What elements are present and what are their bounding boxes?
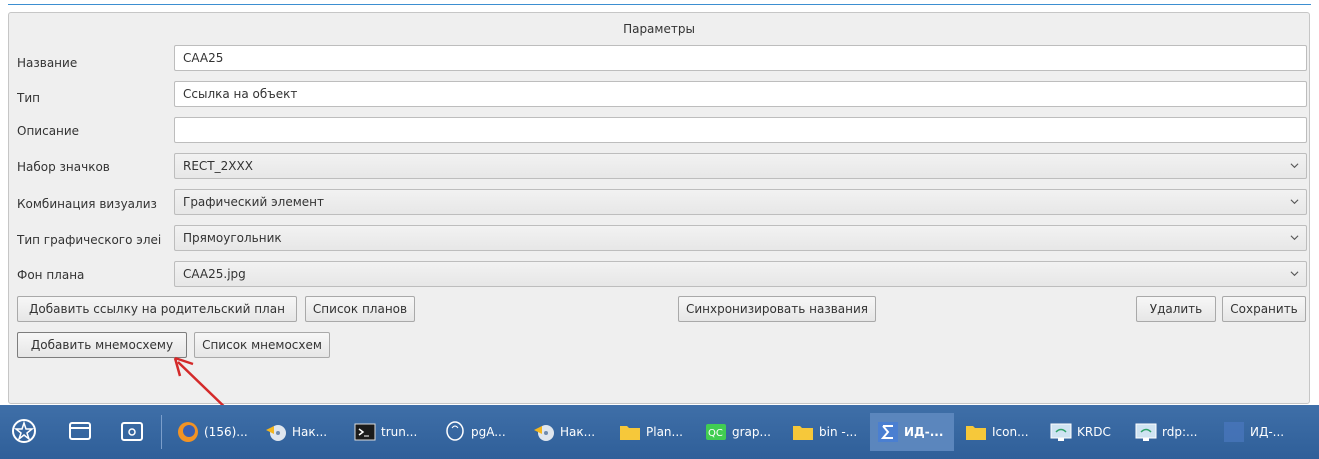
task-label: Plan... <box>646 425 683 439</box>
task-label: ИД-... <box>1250 425 1285 439</box>
task-rdp[interactable]: rdp:... <box>1128 413 1210 451</box>
description-label: Описание <box>17 124 80 138</box>
chevron-down-icon <box>1290 271 1299 277</box>
chevron-down-icon <box>1290 163 1299 169</box>
name-label: Название <box>17 56 78 70</box>
panel-title: Параметры <box>623 22 695 36</box>
visualization-combo-value: Графический элемент <box>183 195 324 209</box>
visualization-combo-select[interactable]: Графический элемент <box>174 189 1307 215</box>
mnemoscheme-list-button[interactable]: Список мнемосхем <box>194 332 330 358</box>
task-label: rdp:... <box>1162 425 1198 439</box>
type-label: Тип <box>17 91 40 105</box>
task-krdc[interactable]: KRDC <box>1043 413 1125 451</box>
window-manager-icon[interactable] <box>66 417 94 445</box>
qtcreator-icon: QC <box>706 424 726 440</box>
sigma-app-icon <box>1224 422 1244 442</box>
task-label: ИД-... <box>904 425 944 439</box>
graphic-element-type-label: Тип графического элеі <box>17 233 162 247</box>
task-sigma-2[interactable]: ИД-... <box>1216 413 1298 451</box>
add-mnemoscheme-button[interactable]: Добавить мнемосхему <box>17 332 187 358</box>
folder-icon <box>793 426 813 440</box>
save-button[interactable]: Сохранить <box>1222 296 1306 322</box>
disk-burner-icon <box>266 425 286 441</box>
pgadmin-icon <box>446 421 464 441</box>
top-accent-line <box>8 4 1311 5</box>
plan-background-label: Фон плана <box>17 268 85 282</box>
description-input[interactable] <box>174 117 1307 143</box>
plan-background-select[interactable]: CAA25.jpg <box>174 261 1307 287</box>
task-sigma-active[interactable]: ИД-... <box>870 413 954 451</box>
task-label: pgA... <box>471 425 506 439</box>
icon-set-value: RECT_2XXX <box>183 159 253 173</box>
remote-desktop-icon <box>1135 423 1157 441</box>
start-menu-icon[interactable] <box>10 417 38 445</box>
folder-icon <box>966 426 986 440</box>
name-input[interactable]: CAA25 <box>174 45 1307 71</box>
task-pgadmin[interactable]: pgA... <box>437 413 519 451</box>
taskbar: (156)... Нак... trun... pgA... Нак... Pl… <box>0 405 1319 459</box>
firefox-icon <box>178 422 198 442</box>
task-folder-icon[interactable]: Icon... <box>958 413 1040 451</box>
task-label: (156)... <box>204 425 248 439</box>
parameters-panel: Параметры Название CAA25 Тип Ссылка на о… <box>8 12 1310 404</box>
plan-background-value: CAA25.jpg <box>183 267 246 281</box>
task-label: Нак... <box>560 425 596 439</box>
task-qtcreator[interactable]: QC grap... <box>698 413 780 451</box>
disk-burner-icon <box>534 425 554 441</box>
task-disk-burner-2[interactable]: Нак... <box>526 413 608 451</box>
task-label: Нак... <box>292 425 328 439</box>
graphic-element-type-value: Прямоугольник <box>183 231 282 245</box>
icon-set-select[interactable]: RECT_2XXX <box>174 153 1307 179</box>
chevron-down-icon <box>1290 235 1299 241</box>
visualization-combo-label: Комбинация визуализ <box>17 197 157 211</box>
task-label: trun... <box>381 425 418 439</box>
delete-button[interactable]: Удалить <box>1136 296 1216 322</box>
task-terminal[interactable]: trun... <box>347 413 429 451</box>
graphic-element-type-select[interactable]: Прямоугольник <box>174 225 1307 251</box>
sync-names-button[interactable]: Синхронизировать названия <box>678 296 876 322</box>
task-folder-bin[interactable]: bin -... <box>785 413 867 451</box>
type-input[interactable]: Ссылка на объект <box>174 81 1307 107</box>
remote-desktop-icon <box>1050 423 1072 441</box>
terminal-icon <box>354 423 376 441</box>
task-label: Icon... <box>992 425 1029 439</box>
task-firefox[interactable]: (156)... <box>170 413 248 451</box>
taskbar-separator <box>161 415 162 449</box>
icon-set-label: Набор значков <box>17 160 110 174</box>
sigma-app-icon <box>878 422 898 442</box>
show-desktop-icon[interactable] <box>118 417 146 445</box>
folder-icon <box>620 426 640 440</box>
chevron-down-icon <box>1290 199 1299 205</box>
svg-text:QC: QC <box>708 428 723 439</box>
task-folder-plan[interactable]: Plan... <box>612 413 694 451</box>
task-label: bin -... <box>819 425 858 439</box>
plan-list-button[interactable]: Список планов <box>305 296 415 322</box>
task-label: KRDC <box>1077 425 1111 439</box>
task-disk-burner-1[interactable]: Нак... <box>258 413 338 451</box>
add-parent-plan-link-button[interactable]: Добавить ссылку на родительский план <box>17 296 297 322</box>
task-label: grap... <box>732 425 771 439</box>
